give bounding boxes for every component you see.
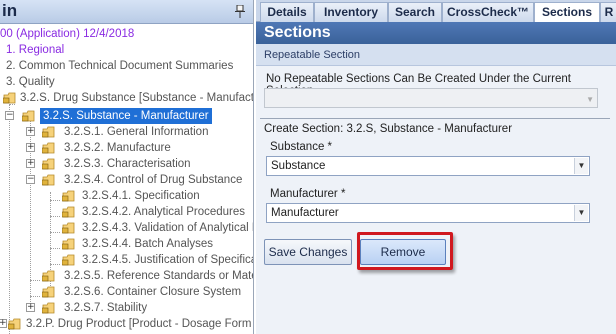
substance-select[interactable]: Substance ▼ xyxy=(266,156,590,176)
tree-item-label: 3.2.S.4.5. Justification of Specificat xyxy=(82,254,254,266)
tree-item-label: 3.2.S. Substance - Manufacturer xyxy=(40,108,212,124)
tree-item-label: 3. Quality xyxy=(6,76,55,88)
manufacturer-select[interactable]: Manufacturer ▼ xyxy=(266,203,590,223)
substance-label: Substance * xyxy=(270,141,333,153)
manufacturer-value: Manufacturer xyxy=(271,207,339,219)
tab-truncated[interactable]: R xyxy=(600,2,616,22)
locked-folder-icon xyxy=(62,190,75,202)
highlight-callout xyxy=(357,232,453,270)
tree-item-label: 3.2.S.3. Characterisation xyxy=(64,158,191,170)
tree-item[interactable]: 3.2.S. Drug Substance [Substance - Manuf… xyxy=(0,90,254,106)
tab-sections[interactable]: Sections xyxy=(534,2,600,23)
tree-item-label: 3.2.S.1. General Information xyxy=(64,126,209,138)
expand-toggle[interactable]: + xyxy=(26,159,35,168)
locked-folder-icon xyxy=(42,174,55,186)
tree-item[interactable]: + 3.2.P. Drug Product [Product - Dosage … xyxy=(0,316,254,332)
tree-item-label: 3.2.S.4.1. Specification xyxy=(82,190,200,202)
tree-item[interactable]: + 3.2.S.2. Manufacture xyxy=(0,140,253,156)
tree-item-label: 3.2.S.5. Reference Standards or Materi xyxy=(64,270,254,282)
tree-item[interactable]: + 3.2.S.3. Characterisation xyxy=(0,156,253,172)
expand-toggle[interactable]: + xyxy=(0,319,7,328)
tree-item[interactable]: 3.2.S.4.3. Validation of Analytical Pr xyxy=(0,220,254,236)
tree-item-label: 1. Regional xyxy=(6,44,65,56)
tree-item[interactable]: 3.2.S.4.1. Specification xyxy=(0,188,253,204)
tree-item[interactable]: 3.2.S.4.2. Analytical Procedures xyxy=(0,204,253,220)
tree-item-label: 3.2.S.7. Stability xyxy=(64,302,148,314)
tree-item-label: 3.2.S.4.4. Batch Analyses xyxy=(82,238,214,250)
locked-folder-icon xyxy=(42,158,55,170)
tree-item[interactable]: − 3.2.S.4. Control of Drug Substance xyxy=(0,172,253,188)
locked-folder-icon xyxy=(42,302,55,314)
tree-pane: in 00 (Application) 12/4/2018 1. Regiona… xyxy=(0,0,254,334)
locked-folder-icon xyxy=(62,254,75,266)
tree-pane-header: in xyxy=(0,0,253,24)
locked-folder-icon xyxy=(62,206,75,218)
collapse-toggle[interactable]: − xyxy=(26,175,35,184)
tree-pane-title: in xyxy=(2,1,18,20)
locked-folder-icon xyxy=(42,126,55,138)
chevron-down-icon: ▼ xyxy=(586,95,594,104)
tree-item[interactable]: 3.2.S.5. Reference Standards or Materi xyxy=(0,268,254,284)
tree-item[interactable]: 3.2.S.4.5. Justification of Specificat xyxy=(0,252,254,268)
expand-toggle[interactable]: + xyxy=(26,127,35,136)
tree-item-label: 00 (Application) 12/4/2018 xyxy=(0,28,135,40)
tab-details[interactable]: Details xyxy=(260,2,314,22)
chevron-down-icon[interactable]: ▼ xyxy=(574,205,588,221)
repeatable-section-label: Repeatable Section xyxy=(256,44,616,66)
sections-panel: Details Inventory Search CrossCheck™ Sec… xyxy=(256,0,616,334)
locked-folder-icon xyxy=(62,238,75,250)
locked-folder-icon xyxy=(8,318,21,330)
tree-item[interactable]: + 3.2.S.1. General Information xyxy=(0,124,253,140)
save-changes-button[interactable]: Save Changes xyxy=(264,239,352,265)
expand-toggle[interactable]: + xyxy=(26,143,35,152)
tab-crosscheck[interactable]: CrossCheck™ xyxy=(442,2,534,22)
tree-item-label: 3.2.S.4.3. Validation of Analytical Pr xyxy=(82,222,254,234)
collapse-toggle[interactable]: − xyxy=(5,111,14,120)
divider xyxy=(260,118,610,119)
manufacturer-label: Manufacturer * xyxy=(270,188,346,200)
tree-item-label: 3.2.S. Drug Substance [Substance - Manuf… xyxy=(20,92,254,104)
tab-bar: Details Inventory Search CrossCheck™ Sec… xyxy=(256,0,616,23)
locked-folder-icon xyxy=(42,142,55,154)
tree-item[interactable]: 3.2.S.4.4. Batch Analyses xyxy=(0,236,253,252)
tree-item-label: 3.2.P. Drug Product [Product - Dosage Fo… xyxy=(26,318,254,330)
locked-folder-icon xyxy=(3,92,16,104)
locked-folder-icon xyxy=(42,270,55,282)
tab-search[interactable]: Search xyxy=(388,2,442,22)
repeatable-section-select: ▼ xyxy=(264,88,598,108)
tree-item-label: 3.2.S.2. Manufacture xyxy=(64,142,171,154)
tree-item-label: 3.2.S.4. Control of Drug Substance xyxy=(64,174,243,186)
sections-header: Sections xyxy=(256,22,616,44)
create-section-label: Create Section: 3.2.S, Substance - Manuf… xyxy=(264,123,513,135)
locked-folder-icon xyxy=(62,222,75,234)
tab-inventory[interactable]: Inventory xyxy=(314,2,388,22)
expand-toggle[interactable]: + xyxy=(26,303,35,312)
tree-item-label: 2. Common Technical Document Summaries xyxy=(6,60,234,72)
document-tree: 00 (Application) 12/4/2018 1. Regional 2… xyxy=(0,24,254,334)
substance-value: Substance xyxy=(271,160,326,172)
locked-folder-icon xyxy=(22,110,35,122)
locked-folder-icon xyxy=(42,286,55,298)
tree-item-label: 3.2.S.6. Container Closure System xyxy=(64,286,242,298)
tree-item[interactable]: 3.2.S.6. Container Closure System xyxy=(0,284,253,300)
tree-item-label: 3.2.S.4.2. Analytical Procedures xyxy=(82,206,246,218)
tree-item[interactable]: + 3.2.S.7. Stability xyxy=(0,300,253,316)
pin-icon[interactable] xyxy=(235,5,245,18)
chevron-down-icon[interactable]: ▼ xyxy=(574,158,588,174)
